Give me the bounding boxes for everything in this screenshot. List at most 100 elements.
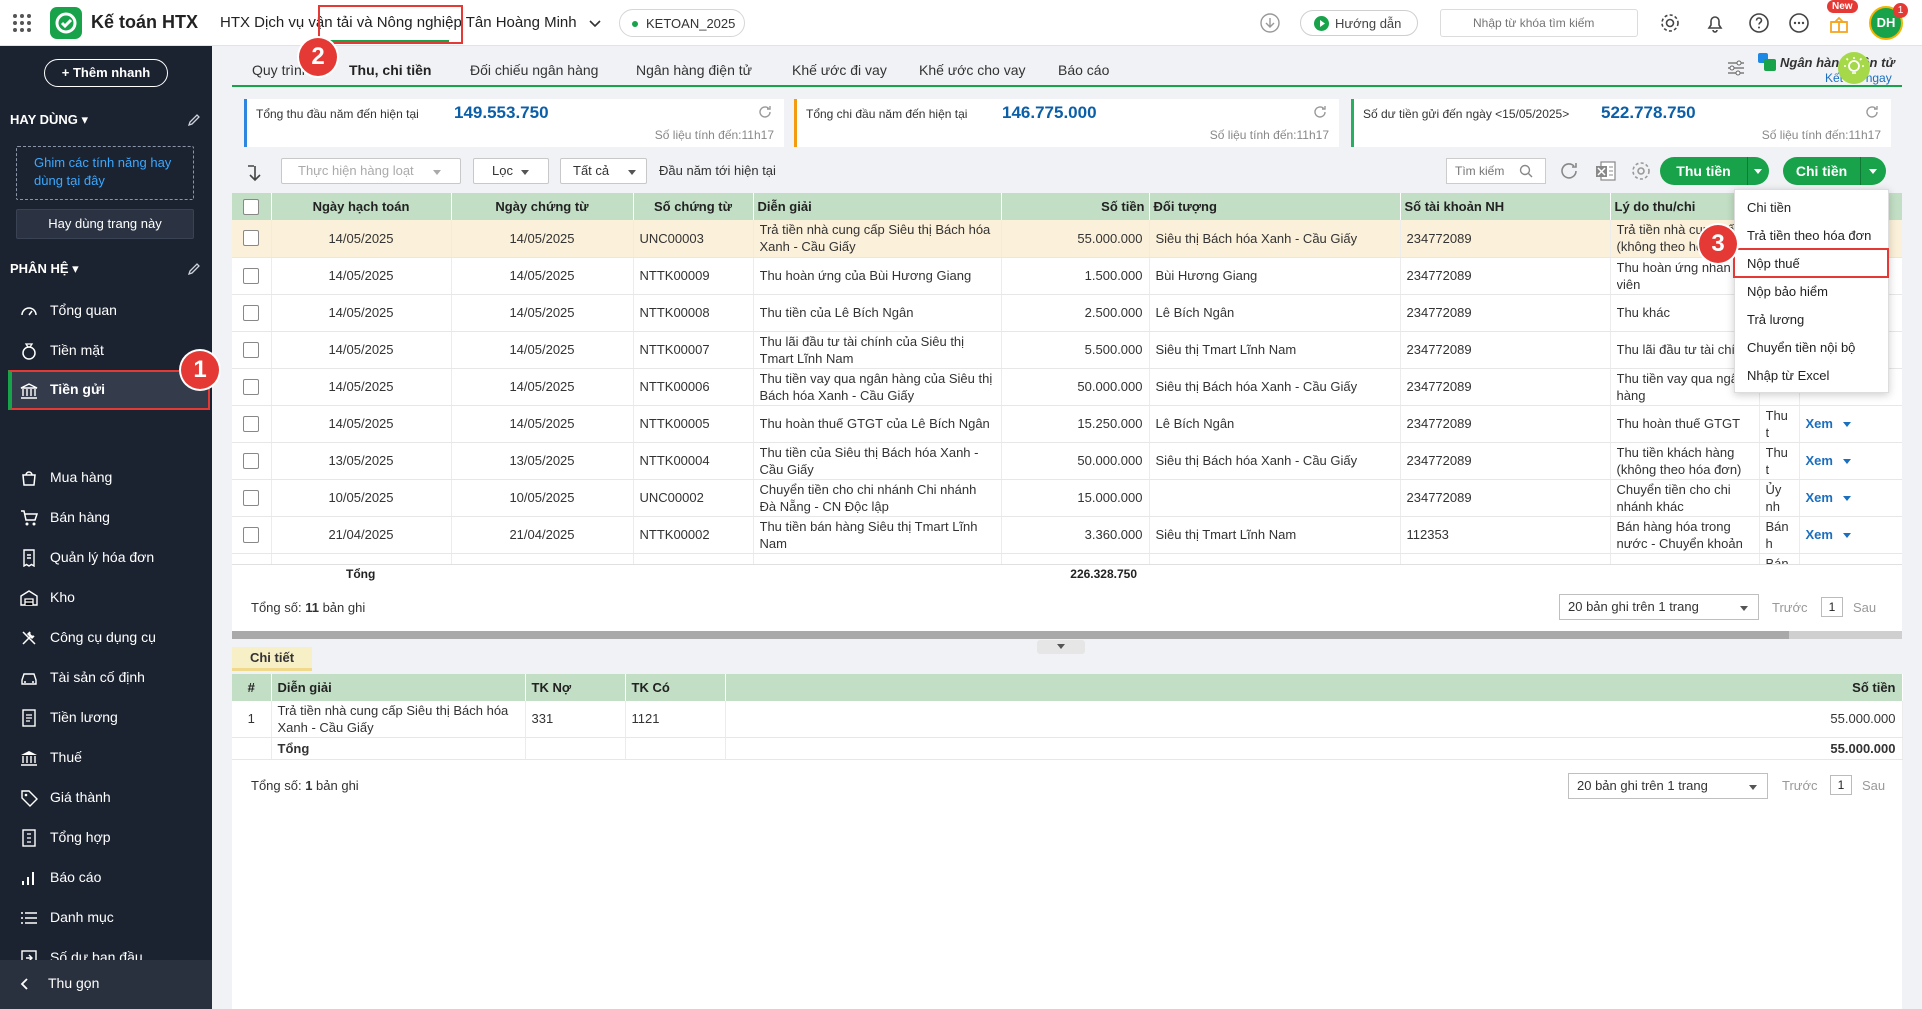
document-number-link[interactable]: NTTK00009 [633, 257, 754, 295]
document-number-link[interactable]: NTTK00005 [633, 405, 754, 443]
app-grid-icon[interactable] [12, 13, 32, 33]
header-counterparty[interactable]: Đối tượng [1149, 193, 1401, 220]
row-checkbox[interactable] [232, 553, 272, 564]
excel-export-icon[interactable] [1595, 160, 1617, 182]
sidebar-item-tax[interactable]: Thuế [8, 738, 210, 776]
detail-header-debit[interactable]: TK Nợ [525, 674, 626, 701]
prev-page-button[interactable]: Trước [1772, 600, 1808, 615]
row-checkbox[interactable] [232, 294, 272, 332]
horizontal-scrollbar[interactable] [232, 631, 1902, 639]
select-all-checkbox[interactable] [232, 193, 272, 220]
sidebar-item-bank-deposit[interactable]: Tiền gửi [8, 370, 210, 410]
chevron-down-icon[interactable] [1842, 496, 1851, 502]
pay-money-dropdown[interactable] [1860, 157, 1886, 185]
page-size-select[interactable]: 20 bản ghi trên 1 trang [1559, 594, 1759, 620]
detail-current-page[interactable]: 1 [1830, 775, 1852, 795]
table-row[interactable]: 21/04/2025 21/04/2025 NTTK00002 Thu tiền bá… [232, 516, 1902, 554]
row-checkbox[interactable] [232, 516, 272, 554]
detail-header-description[interactable]: Diễn giải [271, 674, 526, 701]
tab-bank-reconciliation[interactable]: Đối chiếu ngân hàng [470, 62, 598, 78]
current-page[interactable]: 1 [1821, 597, 1843, 617]
tab-reports[interactable]: Báo cáo [1058, 62, 1109, 78]
menu-item-pay-insurance[interactable]: Nộp bảo hiểm [1747, 284, 1828, 299]
global-search-input[interactable] [1440, 9, 1638, 37]
sidebar-item-summary[interactable]: Tổng hợp [8, 818, 210, 856]
batch-actions-dropdown[interactable]: Thực hiện hàng loạt [281, 158, 461, 184]
refresh-icon[interactable] [1558, 160, 1580, 182]
tab-loans-borrowed[interactable]: Khế ước đi vay [792, 62, 887, 78]
header-document-number[interactable]: Số chứng từ [633, 193, 754, 220]
bell-icon[interactable] [1704, 12, 1726, 34]
lightbulb-icon[interactable] [1838, 52, 1870, 84]
header-amount[interactable]: Số tiền [1001, 193, 1150, 220]
table-row[interactable]: 14/05/2025 14/05/2025 NTTK00008 Thu tiền củ… [232, 294, 1902, 332]
menu-item-internal-transfer[interactable]: Chuyển tiền nội bộ [1747, 340, 1855, 355]
document-number-link[interactable]: NTTK00002 [633, 516, 754, 554]
view-action[interactable]: Xem [1799, 479, 1902, 517]
view-link[interactable]: Xem [1806, 453, 1833, 468]
sidebar-item-tools[interactable]: Công cụ dụng cụ [8, 618, 210, 656]
menu-item-import-excel[interactable]: Nhập từ Excel [1747, 368, 1829, 383]
use-this-page-button[interactable]: Hay dùng trang này [16, 209, 194, 239]
view-action[interactable]: Xem [1799, 405, 1902, 443]
refresh-icon[interactable] [758, 105, 772, 119]
sidebar-item-reports[interactable]: Báo cáo [8, 858, 210, 896]
document-number-link[interactable]: NTTK00007 [633, 331, 754, 369]
sidebar-item-payroll[interactable]: Tiền lương [8, 698, 210, 736]
chevron-down-icon[interactable] [1842, 459, 1851, 465]
detail-next-page-button[interactable]: Sau [1862, 778, 1885, 793]
row-checkbox[interactable] [232, 331, 272, 369]
refresh-icon[interactable] [1313, 105, 1327, 119]
menu-item-pay-by-invoice[interactable]: Trả tiền theo hóa đơn [1747, 228, 1871, 243]
receive-money-dropdown[interactable] [1747, 157, 1769, 185]
table-row[interactable]: 14/05/2025 14/05/2025 NTTK00006 Thu tiền va… [232, 368, 1902, 406]
gear-icon[interactable] [1630, 160, 1652, 182]
quick-add-button[interactable]: + Thêm nhanh [44, 59, 168, 87]
guide-button[interactable]: Hướng dẫn [1300, 10, 1418, 36]
detail-page-size-select[interactable]: 20 bản ghi trên 1 trang [1568, 773, 1768, 799]
row-checkbox[interactable] [232, 368, 272, 406]
document-number-link[interactable]: UNC00002 [633, 479, 754, 517]
table-row[interactable]: 10/05/2025 10/05/2025 UNC00002 Chuyển tiền … [232, 479, 1902, 517]
document-number-link[interactable]: NTTK00006 [633, 368, 754, 406]
view-link[interactable]: Xem [1806, 416, 1833, 431]
sidebar-item-fixed-assets[interactable]: Tài sản cố định [8, 658, 210, 696]
sidebar-item-purchase[interactable]: Mua hàng [8, 458, 210, 496]
row-checkbox[interactable] [232, 405, 272, 443]
filter-dropdown[interactable]: Lọc [473, 158, 549, 184]
view-action[interactable]: Xem [1799, 553, 1902, 564]
sidebar-item-cash[interactable]: Tiền mặt [8, 331, 210, 369]
document-number-link[interactable]: UNC00003 [633, 220, 754, 258]
sliders-icon[interactable] [1726, 58, 1746, 78]
tab-e-banking[interactable]: Ngân hàng điện tử [636, 62, 752, 78]
sidebar-item-sales[interactable]: Bán hàng [8, 498, 210, 536]
sort-arrow-icon[interactable] [246, 164, 264, 182]
pay-money-button[interactable]: Chi tiền [1783, 157, 1860, 185]
edit-favorites-pencil-icon[interactable] [186, 112, 202, 128]
gift-icon[interactable] [1828, 13, 1850, 35]
document-number-link[interactable]: NTTK00008 [633, 294, 754, 332]
table-row[interactable]: 14/05/2025 14/05/2025 NTTK00009 Thu hoàn ứn… [232, 257, 1902, 295]
chevron-down-icon[interactable] [588, 17, 602, 31]
view-action[interactable]: Xem [1799, 442, 1902, 480]
sidebar-item-cost-price[interactable]: Giá thành [8, 778, 210, 816]
chevron-down-icon[interactable] [1842, 533, 1851, 539]
table-row[interactable]: 14/05/2025 14/05/2025 NTTK00007 Thu lãi đầu… [232, 331, 1902, 369]
sidebar-item-catalog[interactable]: Danh mục [8, 898, 210, 936]
menu-item-pay-salary[interactable]: Trả lương [1747, 312, 1804, 327]
header-description[interactable]: Diễn giải [753, 193, 1002, 220]
view-link[interactable]: Xem [1806, 490, 1833, 505]
header-document-date[interactable]: Ngày chứng từ [451, 193, 634, 220]
splitter-handle[interactable] [1037, 640, 1085, 654]
status-dropdown[interactable]: Tất cả [560, 158, 647, 184]
download-icon[interactable] [1259, 12, 1281, 34]
tab-receipts-payments[interactable]: Thu, chi tiền [349, 62, 431, 78]
edit-modules-pencil-icon[interactable] [186, 261, 202, 277]
database-selector[interactable]: KETOAN_2025 [619, 9, 745, 37]
settings-gear-icon[interactable] [1659, 12, 1681, 34]
table-row[interactable]: 03/04/202503/04/2025NTTK00001Bán hàng Kh… [232, 553, 1902, 564]
view-action[interactable]: Xem [1799, 516, 1902, 554]
document-number-link[interactable]: NTTK00001 [633, 553, 754, 564]
sidebar-item-warehouse[interactable]: Kho [8, 578, 210, 616]
receive-money-button[interactable]: Thu tiền [1660, 157, 1747, 185]
